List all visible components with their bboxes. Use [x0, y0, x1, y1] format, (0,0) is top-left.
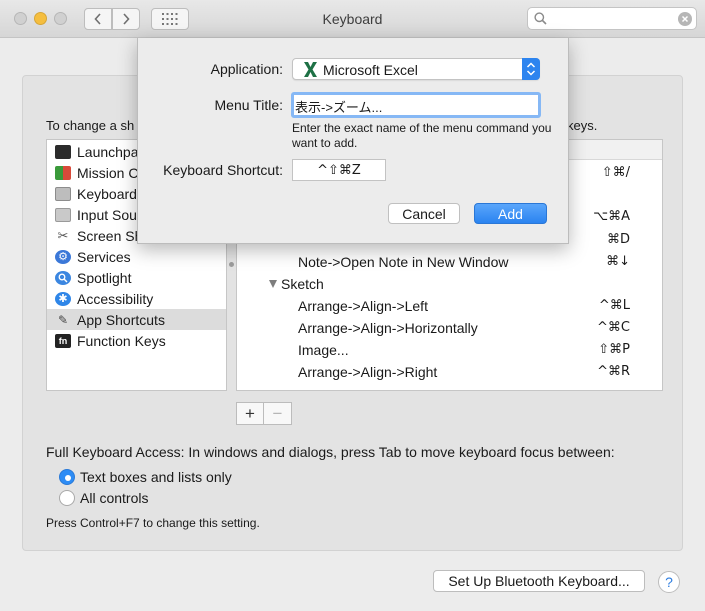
category-item-accessibility[interactable]: ✱ Accessibility — [47, 288, 226, 309]
popup-arrows[interactable] — [522, 58, 540, 80]
category-item-services[interactable]: ⚙ Services — [47, 246, 226, 267]
search-field[interactable] — [527, 7, 697, 30]
shortcut-keys: ⌘D — [606, 232, 630, 247]
radio-label: Text boxes and lists only — [80, 469, 232, 485]
category-item-function-keys[interactable]: fn Function Keys — [47, 330, 226, 351]
radio-all-controls[interactable]: All controls — [59, 490, 148, 506]
gear-icon: ⚙ — [55, 249, 71, 264]
radio-text-boxes-and-lists[interactable]: Text boxes and lists only — [59, 469, 232, 485]
window-titlebar: Keyboard — [0, 0, 705, 38]
shortcut-row[interactable]: Arrange->Align->Horizontally ^⌘C — [237, 317, 662, 339]
application-label: Application: — [210, 61, 283, 77]
mission-control-icon — [55, 165, 71, 180]
chevron-up-down-icon — [526, 62, 536, 76]
cancel-button[interactable]: Cancel — [388, 203, 460, 224]
clear-search-icon[interactable] — [678, 12, 692, 26]
shortcut-keys: ⇧⌘/ — [601, 165, 630, 180]
shortcut-group-name: Sketch — [281, 276, 324, 292]
keyboard-icon — [55, 186, 71, 201]
category-label: Mission C — [77, 164, 139, 181]
app-shortcuts-icon: ✎ — [57, 312, 69, 327]
radio-button-selected[interactable] — [59, 469, 75, 485]
disclosure-triangle-icon[interactable] — [269, 280, 277, 288]
input-sources-icon — [55, 207, 71, 222]
remove-shortcut-button[interactable]: − — [264, 402, 292, 425]
category-label: Screen Sh — [77, 227, 143, 244]
shortcut-keys: ^⌘R — [597, 364, 630, 379]
shortcut-name: Arrange->Align->Left — [298, 298, 428, 314]
keyboard-shortcut-field[interactable]: ^⇧⌘Z — [292, 159, 386, 181]
shortcut-row[interactable]: Arrange->Align->Right ^⌘R — [237, 361, 662, 383]
shortcut-name: Note->Open Note in New Window — [298, 254, 509, 270]
category-label: Spotlight — [77, 269, 132, 286]
add-shortcut-button[interactable]: + — [236, 402, 264, 425]
shortcut-row[interactable]: Note->Open Note in New Window ⌘↓ — [237, 251, 662, 273]
shortcut-keys: ⌘↓ — [606, 254, 630, 269]
shortcut-keys: ^⌘L — [598, 298, 630, 313]
category-label: Keyboard — [77, 185, 137, 202]
split-view-divider[interactable] — [229, 262, 234, 267]
shortcut-name: Image... — [298, 342, 349, 358]
search-icon — [534, 12, 547, 25]
shortcut-row[interactable]: Image... ⇧⌘P — [237, 339, 662, 361]
shortcut-name: Arrange->Align->Horizontally — [298, 320, 478, 336]
menu-title-input[interactable]: 表示->ズーム... — [291, 92, 541, 118]
application-popup[interactable]: Microsoft Excel — [292, 58, 540, 80]
shortcut-keys: ⇧⌘P — [598, 342, 630, 357]
control-f7-note: Press Control+F7 to change this setting. — [46, 516, 260, 530]
shortcut-group-sketch[interactable]: Sketch — [237, 273, 662, 295]
radio-label: All controls — [80, 490, 149, 506]
function-keys-icon: fn — [55, 333, 71, 348]
launchpad-icon — [55, 144, 71, 159]
radio-button[interactable] — [59, 490, 75, 506]
category-label: App Shortcuts — [77, 311, 165, 328]
instruction-text-right: keys. — [567, 118, 598, 133]
category-label: Function Keys — [77, 332, 166, 349]
category-item-spotlight[interactable]: Spotlight — [47, 267, 226, 288]
shortcut-keys: ⌥⌘A — [593, 209, 630, 224]
keyboard-shortcut-label: Keyboard Shortcut: — [163, 162, 283, 178]
category-item-app-shortcuts[interactable]: ✎ App Shortcuts — [47, 309, 226, 330]
category-label: Accessibility — [77, 290, 154, 307]
menu-title-label: Menu Title: — [214, 97, 283, 113]
excel-icon — [304, 62, 317, 77]
instruction-text-left: To change a sh — [46, 118, 135, 133]
full-keyboard-access-label: Full Keyboard Access: In windows and dia… — [46, 444, 615, 460]
accessibility-icon: ✱ — [55, 291, 71, 306]
help-button[interactable]: ? — [658, 571, 680, 593]
shortcut-keys: ^⌘C — [597, 320, 630, 335]
add-button[interactable]: Add — [474, 203, 547, 224]
shortcut-name: Arrange->Align->Right — [298, 364, 438, 380]
category-label: Input Sou — [77, 206, 137, 223]
add-shortcut-sheet: Application: Microsoft Excel Menu Title:… — [137, 38, 569, 244]
category-label: Launchpa — [77, 143, 139, 160]
spotlight-icon — [55, 270, 71, 285]
shortcut-row[interactable]: Arrange->Align->Left ^⌘L — [237, 295, 662, 317]
setup-bluetooth-keyboard-button[interactable]: Set Up Bluetooth Keyboard... — [433, 570, 645, 592]
add-remove-buttons: + − — [236, 402, 293, 425]
application-value: Microsoft Excel — [323, 62, 418, 78]
menu-title-help-text: Enter the exact name of the menu command… — [292, 121, 552, 150]
category-label: Services — [77, 248, 131, 265]
screenshot-icon: ✂ — [57, 227, 69, 243]
